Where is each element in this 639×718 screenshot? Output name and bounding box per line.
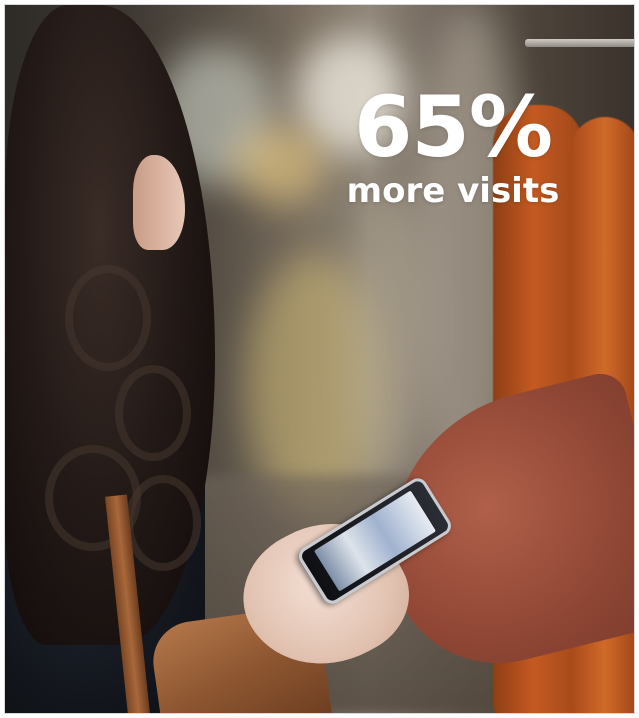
hair-curl bbox=[65, 265, 151, 371]
stat-value: 65% bbox=[353, 78, 553, 176]
hair-curl bbox=[125, 475, 201, 571]
hair-curl bbox=[115, 365, 191, 461]
clothing-rail bbox=[525, 39, 634, 47]
photo-card: 65% more visits bbox=[4, 4, 635, 714]
background-light bbox=[235, 125, 325, 205]
stat-overlay: 65% more visits bbox=[323, 81, 583, 211]
stat-label: more visits bbox=[346, 171, 560, 211]
